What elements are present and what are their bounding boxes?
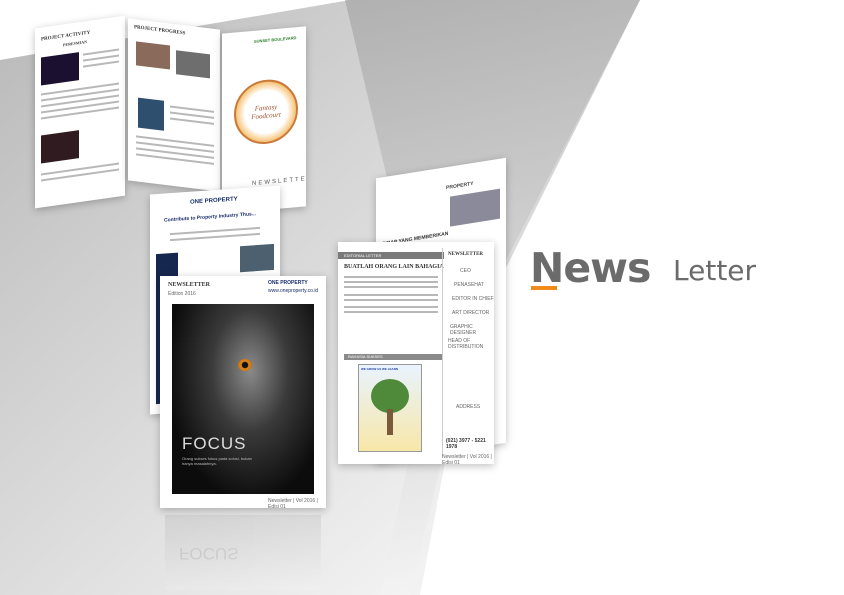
cover-footer: Newsletter | Vol 2016 | Edisi 01	[268, 498, 318, 508]
person-icon	[138, 97, 164, 131]
brand-logo: ONE PROPERTY	[268, 280, 308, 286]
event-photo	[41, 130, 79, 164]
tree-caption: WE GROW AS WE LEARN	[361, 367, 399, 371]
masthead-col: NEWSLETTER	[448, 252, 484, 257]
front-cover-page: NEWSLETTER Edition 2016 ONE PROPERTY www…	[160, 276, 326, 508]
staff-item: EDITOR IN CHIEF	[452, 296, 494, 302]
cover-reflection: FOCUS	[165, 515, 321, 590]
back-brand: PROPERTY	[446, 180, 474, 192]
staff-item: ADDRESS	[456, 404, 481, 410]
editorial-headline: BUATLAH ORANG LAIN BAHAGIA	[344, 264, 444, 270]
brochure-left-panel: PROJECT ACTIVITY PERESMIAN	[35, 15, 125, 209]
corp-headline: Contribute to Property Industry Thus...	[164, 211, 256, 224]
building-photo	[136, 41, 170, 70]
logo-accent-bar	[531, 286, 557, 290]
right-brand: SUNSET BOULEVARD	[254, 35, 297, 44]
masthead: NEWSLETTER	[168, 282, 211, 288]
staff-item: GRAPHIC DESIGNER	[450, 324, 477, 336]
tree-icon	[371, 379, 409, 413]
news-photo	[450, 188, 500, 227]
reflection-text: FOCUS	[179, 544, 239, 563]
editorial-page: EDITORIAL LETTER BUATLAH ORANG LAIN BAHA…	[338, 242, 494, 464]
staff-item: CEO	[460, 268, 471, 274]
staff-item: PENASEHAT	[454, 282, 484, 288]
event-photo	[41, 52, 79, 86]
staff-item: ART DIRECTOR	[452, 310, 490, 316]
phone: (021) 3977 - 5221 1978	[446, 438, 486, 450]
logo-letter: Letter	[673, 254, 757, 287]
eagle-eye	[238, 359, 252, 371]
left-subhead: PERESMIAN	[63, 39, 88, 48]
brand-url: www.oneproperty.co.id	[268, 288, 319, 294]
brochure-mid-panel: PROJECT PROGRESS	[128, 18, 220, 192]
building-photo	[240, 243, 274, 273]
tree-poster: WE GROW AS WE LEARN	[358, 364, 422, 452]
section-tag: EDITORIAL LETTER	[338, 252, 444, 259]
cover-word: FOCUS	[182, 434, 247, 453]
cover-quote: Orang sukses fokus pada solusi, bukan ha…	[182, 456, 252, 466]
corp-brand: ONE PROPERTY	[190, 196, 238, 206]
foodcourt-badge: Fantasy Foodcourt	[234, 77, 298, 147]
editorial-footer: Newsletter | Vol 2016 | Edisi 01	[442, 454, 492, 464]
edition: Edition 2016	[168, 291, 196, 297]
sub-tag: RAHASIA SUKSES	[344, 354, 442, 360]
mid-header: PROJECT PROGRESS	[134, 25, 186, 37]
badge-label: Fantasy Foodcourt	[251, 102, 281, 122]
building-photo	[176, 50, 210, 79]
eagle-photo: FOCUS Orang sukses fokus pada solusi, bu…	[172, 304, 314, 494]
newsletter-logo: News Letter	[530, 244, 790, 294]
staff-item: HEAD OF DISTRIBUTION	[448, 338, 484, 350]
logo-news: News	[530, 244, 651, 292]
